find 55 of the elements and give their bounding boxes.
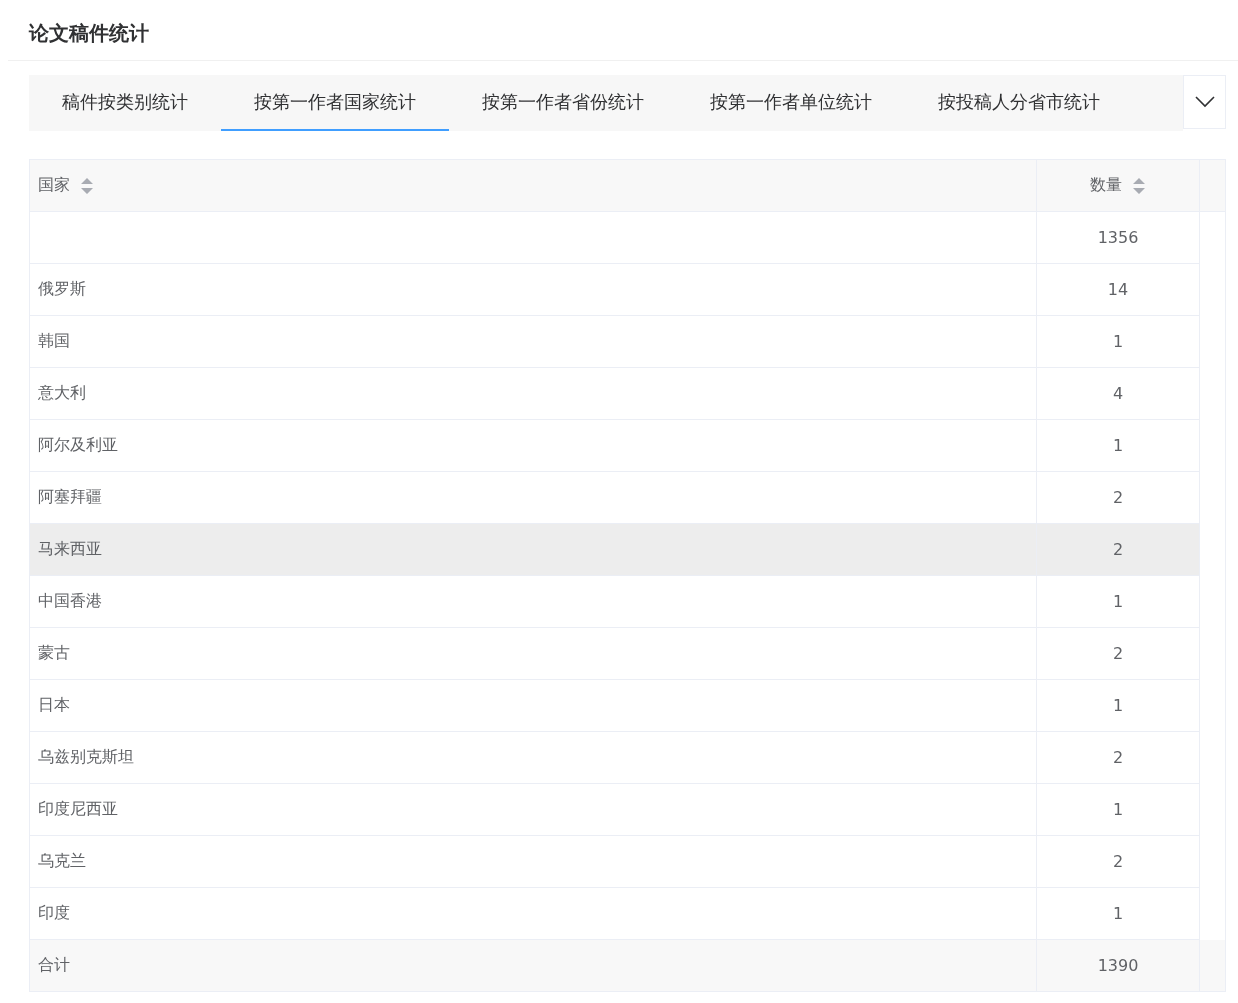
count-cell: 1: [1112, 436, 1124, 455]
count-cell: 2: [1112, 852, 1124, 871]
country-cell: 阿塞拜疆: [38, 487, 102, 508]
table-row[interactable]: 中国香港 1: [30, 576, 1200, 628]
country-cell: 韩国: [38, 331, 70, 352]
total-label: 合计: [38, 955, 70, 976]
tab[interactable]: 按第一作者单位统计: [677, 75, 905, 131]
country-cell: 印度: [38, 903, 70, 924]
count-cell: 2: [1112, 488, 1124, 507]
tab[interactable]: 按第一作者国家统计: [221, 75, 449, 131]
page-title: 论文稿件统计: [8, 0, 1238, 61]
count-cell: 1: [1112, 592, 1124, 611]
table-row[interactable]: 阿塞拜疆 2: [30, 472, 1200, 524]
count-cell: 2: [1112, 748, 1124, 767]
table-row[interactable]: 1356: [30, 212, 1200, 264]
count-cell: 2: [1112, 540, 1124, 559]
country-cell: 马来西亚: [38, 539, 102, 560]
table-row[interactable]: 阿尔及利亚 1: [30, 420, 1200, 472]
country-cell: 俄罗斯: [38, 279, 86, 300]
country-cell: 日本: [38, 695, 70, 716]
count-cell: 14: [1107, 280, 1129, 299]
country-cell: 蒙古: [38, 643, 70, 664]
dropdown-button[interactable]: [1183, 75, 1226, 129]
count-cell: 1: [1112, 800, 1124, 819]
table-row[interactable]: 韩国 1: [30, 316, 1200, 368]
column-header[interactable]: 国家: [30, 160, 1037, 211]
table-row[interactable]: 乌克兰 2: [30, 836, 1200, 888]
tab[interactable]: 稿件按类别统计: [29, 75, 221, 131]
tab[interactable]: 按投稿人分省市统计: [905, 75, 1133, 131]
total-count: 1390: [1097, 956, 1139, 975]
chevron-down-icon: [1194, 96, 1215, 108]
country-cell: 阿尔及利亚: [38, 435, 118, 456]
sort-icon: [1132, 176, 1146, 195]
count-cell: 2: [1112, 644, 1124, 663]
table-row[interactable]: 蒙古 2: [30, 628, 1200, 680]
count-cell: 1: [1112, 904, 1124, 923]
table-row[interactable]: 印度 1: [30, 888, 1200, 940]
country-cell: 乌兹别克斯坦: [38, 747, 134, 768]
count-cell: 1: [1112, 332, 1124, 351]
table-row[interactable]: 俄罗斯 14: [30, 264, 1200, 316]
tab[interactable]: 按第一作者省份统计: [449, 75, 677, 131]
count-cell: 4: [1112, 384, 1124, 403]
table-row[interactable]: 印度尼西亚 1: [30, 784, 1200, 836]
column-header[interactable]: 数量: [1037, 160, 1200, 211]
table-row[interactable]: 乌兹别克斯坦 2: [30, 732, 1200, 784]
table-row[interactable]: 马来西亚 2: [30, 524, 1200, 576]
count-cell: 1356: [1097, 228, 1139, 247]
sort-icon: [80, 176, 94, 195]
country-cell: 印度尼西亚: [38, 799, 118, 820]
table-row[interactable]: 日本 1: [30, 680, 1200, 732]
count-cell: 1: [1112, 696, 1124, 715]
table-row[interactable]: 意大利 4: [30, 368, 1200, 420]
country-cell: 意大利: [38, 383, 86, 404]
country-cell: 中国香港: [38, 591, 102, 612]
country-cell: 乌克兰: [38, 851, 86, 872]
